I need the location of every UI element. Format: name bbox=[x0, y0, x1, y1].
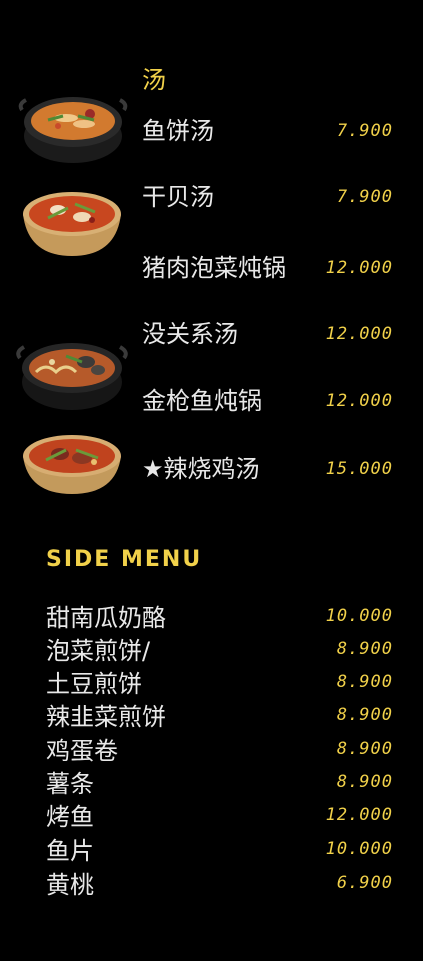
item-name: 没关系汤 bbox=[142, 320, 238, 348]
list-item: 鸡蛋卷 8.900 bbox=[0, 731, 423, 765]
soup-section-title: 汤 bbox=[142, 66, 166, 94]
list-item: 黄桃 6.900 bbox=[0, 865, 423, 899]
item-price: 7.900 bbox=[336, 187, 393, 207]
item-name: 甜南瓜奶酪 bbox=[46, 604, 166, 632]
item-price: 12.000 bbox=[325, 258, 393, 278]
list-item: 烤鱼 12.000 bbox=[0, 797, 423, 831]
item-price: 7.900 bbox=[336, 121, 393, 141]
list-item: 鱼片 10.000 bbox=[0, 831, 423, 865]
list-item: ★辣烧鸡汤 15.000 bbox=[0, 449, 423, 489]
list-item: 泡菜煎饼/ 8.900 bbox=[0, 631, 423, 665]
item-name: 鸡蛋卷 bbox=[46, 737, 118, 765]
item-name: 土豆煎饼 bbox=[46, 670, 142, 698]
item-price: 12.000 bbox=[325, 324, 393, 344]
item-price: 10.000 bbox=[325, 839, 393, 859]
item-price: 10.000 bbox=[325, 606, 393, 626]
item-price: 8.900 bbox=[336, 672, 393, 692]
item-price: 12.000 bbox=[325, 805, 393, 825]
list-item: 鱼饼汤 7.900 bbox=[0, 111, 423, 151]
item-name: 鱼饼汤 bbox=[142, 117, 214, 145]
item-name: 烤鱼 bbox=[46, 803, 94, 831]
item-name: 金枪鱼炖锅 bbox=[142, 387, 262, 415]
list-item: 薯条 8.900 bbox=[0, 764, 423, 798]
list-item: 金枪鱼炖锅 12.000 bbox=[0, 381, 423, 421]
item-price: 6.900 bbox=[336, 873, 393, 893]
side-menu-title: SIDE MENU bbox=[46, 547, 203, 572]
item-price: 8.900 bbox=[336, 739, 393, 759]
item-price: 8.900 bbox=[336, 772, 393, 792]
item-price: 12.000 bbox=[325, 391, 393, 411]
list-item: 干贝汤 7.900 bbox=[0, 177, 423, 217]
list-item: 辣韭菜煎饼 8.900 bbox=[0, 697, 423, 731]
item-price: 8.900 bbox=[336, 705, 393, 725]
item-name: 猪肉泡菜炖锅 bbox=[142, 254, 286, 282]
item-name: 干贝汤 bbox=[142, 183, 214, 211]
list-item: 猪肉泡菜炖锅 12.000 bbox=[0, 248, 423, 288]
item-name: 辣韭菜煎饼 bbox=[46, 703, 166, 731]
menu-board: 汤 鱼饼汤 7.900 干贝汤 7.900 猪肉泡菜炖锅 12.000 没关系汤… bbox=[0, 0, 423, 961]
list-item: 土豆煎饼 8.900 bbox=[0, 664, 423, 698]
item-name: 泡菜煎饼/ bbox=[46, 637, 151, 665]
item-name: ★辣烧鸡汤 bbox=[142, 455, 260, 483]
item-name: 鱼片 bbox=[46, 837, 94, 865]
item-name: 黄桃 bbox=[46, 871, 94, 899]
item-name: 薯条 bbox=[46, 770, 94, 798]
list-item: 甜南瓜奶酪 10.000 bbox=[0, 598, 423, 632]
item-price: 8.900 bbox=[336, 639, 393, 659]
list-item: 没关系汤 12.000 bbox=[0, 314, 423, 354]
item-price: 15.000 bbox=[325, 459, 393, 479]
